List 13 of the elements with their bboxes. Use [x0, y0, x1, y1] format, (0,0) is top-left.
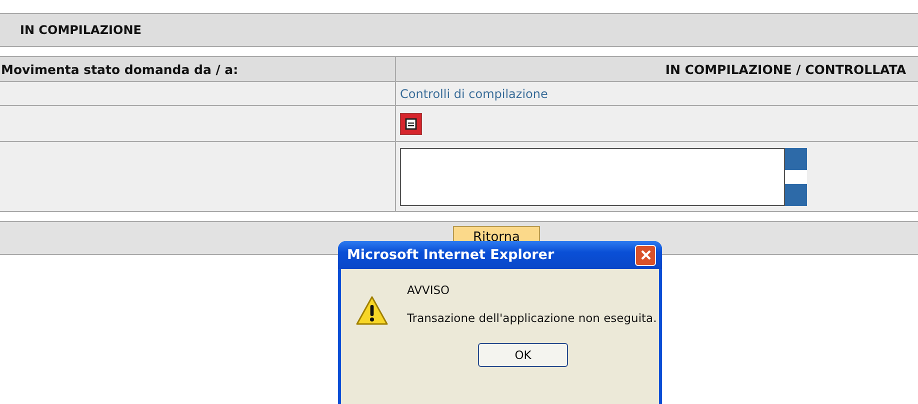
- controls-link[interactable]: Controlli di compilazione: [400, 86, 548, 100]
- warning-icon: [355, 295, 389, 327]
- list-icon[interactable]: [400, 112, 422, 134]
- scrollbar[interactable]: [785, 148, 807, 206]
- dialog-title: Microsoft Internet Explorer: [347, 247, 554, 263]
- section-title: IN COMPILAZIONE: [20, 23, 142, 37]
- dialog-heading: AVVISO: [407, 283, 451, 297]
- ok-button[interactable]: OK: [478, 343, 568, 367]
- close-icon[interactable]: [635, 244, 656, 266]
- text-area[interactable]: [400, 148, 785, 206]
- dialog-message: Transazione dell'applicazione non eseguita.: [407, 311, 657, 325]
- table-header-text: Movimenta stato domanda da / a:: [1, 62, 238, 76]
- table-header-text: IN COMPILAZIONE / CONTROLLATA: [665, 62, 906, 76]
